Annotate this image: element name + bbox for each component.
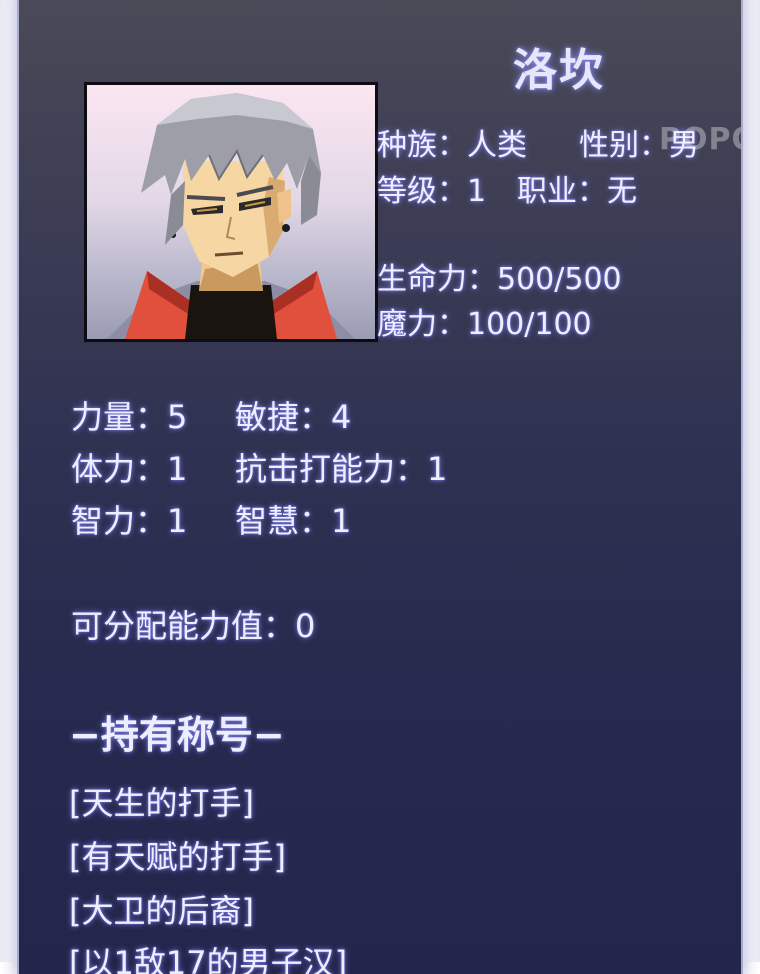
status-window: 洛坎 种族：人类 性别：男 POP 等级：1 职业：无 生命力：500/500 …	[19, 0, 741, 974]
hp-label: 生命力：500/500	[377, 262, 622, 297]
resistance-stat: 抗击打能力：1	[235, 450, 448, 488]
title-item-4: [以1敌17的男子汉]	[69, 944, 348, 974]
job-label: 职业：无	[517, 174, 637, 209]
race-label: 种族：人类	[377, 128, 527, 163]
mp-label: 魔力：100/100	[377, 307, 592, 342]
agility-stat: 敏捷：4	[235, 398, 352, 436]
strength-stat: 力量：5	[71, 398, 188, 436]
titles-heading: −持有称号−	[69, 713, 285, 757]
title-item-2: [有天赋的打手]	[69, 838, 286, 876]
wisdom-stat: 智慧：1	[235, 502, 352, 540]
intellect-stat: 智力：1	[71, 502, 188, 540]
portrait-illustration	[107, 93, 355, 339]
available-points: 可分配能力值：0	[71, 607, 316, 645]
watermark: POPO	[659, 122, 741, 157]
character-portrait	[84, 82, 378, 342]
title-item-3: [大卫的后裔]	[69, 892, 254, 930]
level-label: 等级：1	[377, 174, 487, 209]
character-name: 洛坎	[513, 45, 605, 96]
page-frame: 洛坎 种族：人类 性别：男 POP 等级：1 职业：无 生命力：500/500 …	[0, 0, 760, 974]
title-item-1: [天生的打手]	[69, 784, 254, 822]
stamina-stat: 体力：1	[71, 450, 188, 488]
